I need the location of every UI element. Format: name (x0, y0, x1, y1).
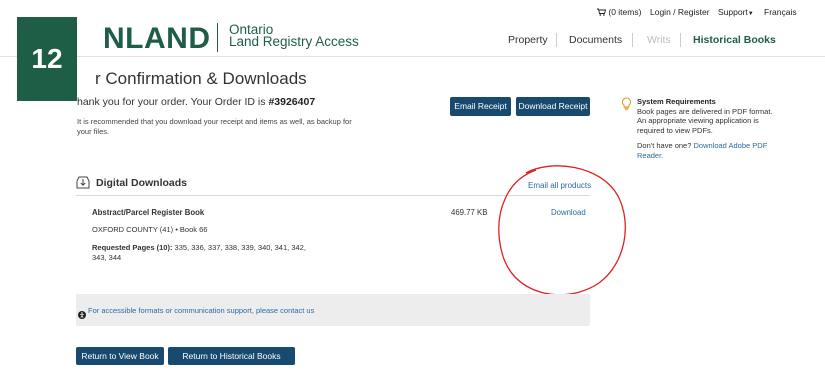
email-receipt-button[interactable]: Email Receipt (450, 97, 511, 116)
return-to-search-button[interactable]: Return to Historical Books Search (168, 347, 295, 379)
nav-writs: Writs (647, 34, 671, 46)
nav-property[interactable]: Property (508, 34, 548, 46)
bulb-icon (621, 97, 632, 111)
product-title: Abstract/Parcel Register Book (92, 208, 205, 217)
nav-separator (680, 33, 681, 47)
nav-separator (556, 33, 557, 47)
support-menu[interactable]: Support▼ (718, 7, 754, 17)
download-box-icon (76, 176, 90, 189)
nav-separator (632, 33, 633, 47)
cart-link[interactable]: (0 items) (597, 7, 641, 17)
support-label: Support (718, 7, 748, 17)
dont-have-text: Don't have one? (637, 141, 692, 151)
system-requirements-body: Book pages are delivered in PDF format. … (637, 106, 773, 135)
system-requirements-title: System Requirements (637, 97, 716, 106)
system-requirements: System Requirements Book pages are deliv… (637, 97, 777, 161)
download-receipt-button[interactable]: Download Receipt (516, 97, 590, 116)
product-size: 469.77 KB (451, 208, 488, 217)
login-register-link[interactable]: Login / Register (650, 7, 710, 17)
backup-note: It is recommended that you download your… (77, 117, 352, 136)
nav-documents[interactable]: Documents (569, 34, 622, 46)
cart-icon (597, 8, 607, 16)
logo-text[interactable]: NLAND (103, 22, 211, 56)
return-to-view-book-button[interactable]: Return to View Book (76, 347, 164, 365)
logo-divider (217, 23, 218, 52)
step-number-badge: 12 (17, 17, 77, 101)
caret-down-icon: ▼ (747, 11, 754, 17)
order-id: #3926407 (268, 96, 316, 108)
accessibility-icon (78, 306, 86, 319)
pdf-reader-line: Don't have one? Download Adobe PDF Reade… (637, 141, 777, 160)
annotation-circle (498, 165, 626, 296)
requested-pages-label: Requested Pages (10): (92, 243, 173, 252)
order-thanks-text: hank you for your order. Your Order ID i… (77, 96, 266, 108)
header-divider (0, 56, 825, 57)
product-county: OXFORD COUNTY (41) • Book 66 (92, 225, 208, 234)
nav-historical-books[interactable]: Historical Books (693, 34, 776, 46)
cart-label: (0 items) (608, 7, 642, 17)
french-link[interactable]: Français (764, 7, 797, 17)
logo-land-registry-access: Land Registry Access (229, 34, 359, 49)
requested-pages: Requested Pages (10): 335, 336, 337, 338… (92, 243, 322, 262)
order-thanks: hank you for your order. Your Order ID i… (77, 96, 315, 108)
page-title: r Confirmation & Downloads (95, 69, 307, 88)
accessibility-contact-link[interactable]: For accessible formats or communication … (88, 306, 314, 315)
digital-downloads-heading: Digital Downloads (96, 177, 188, 189)
